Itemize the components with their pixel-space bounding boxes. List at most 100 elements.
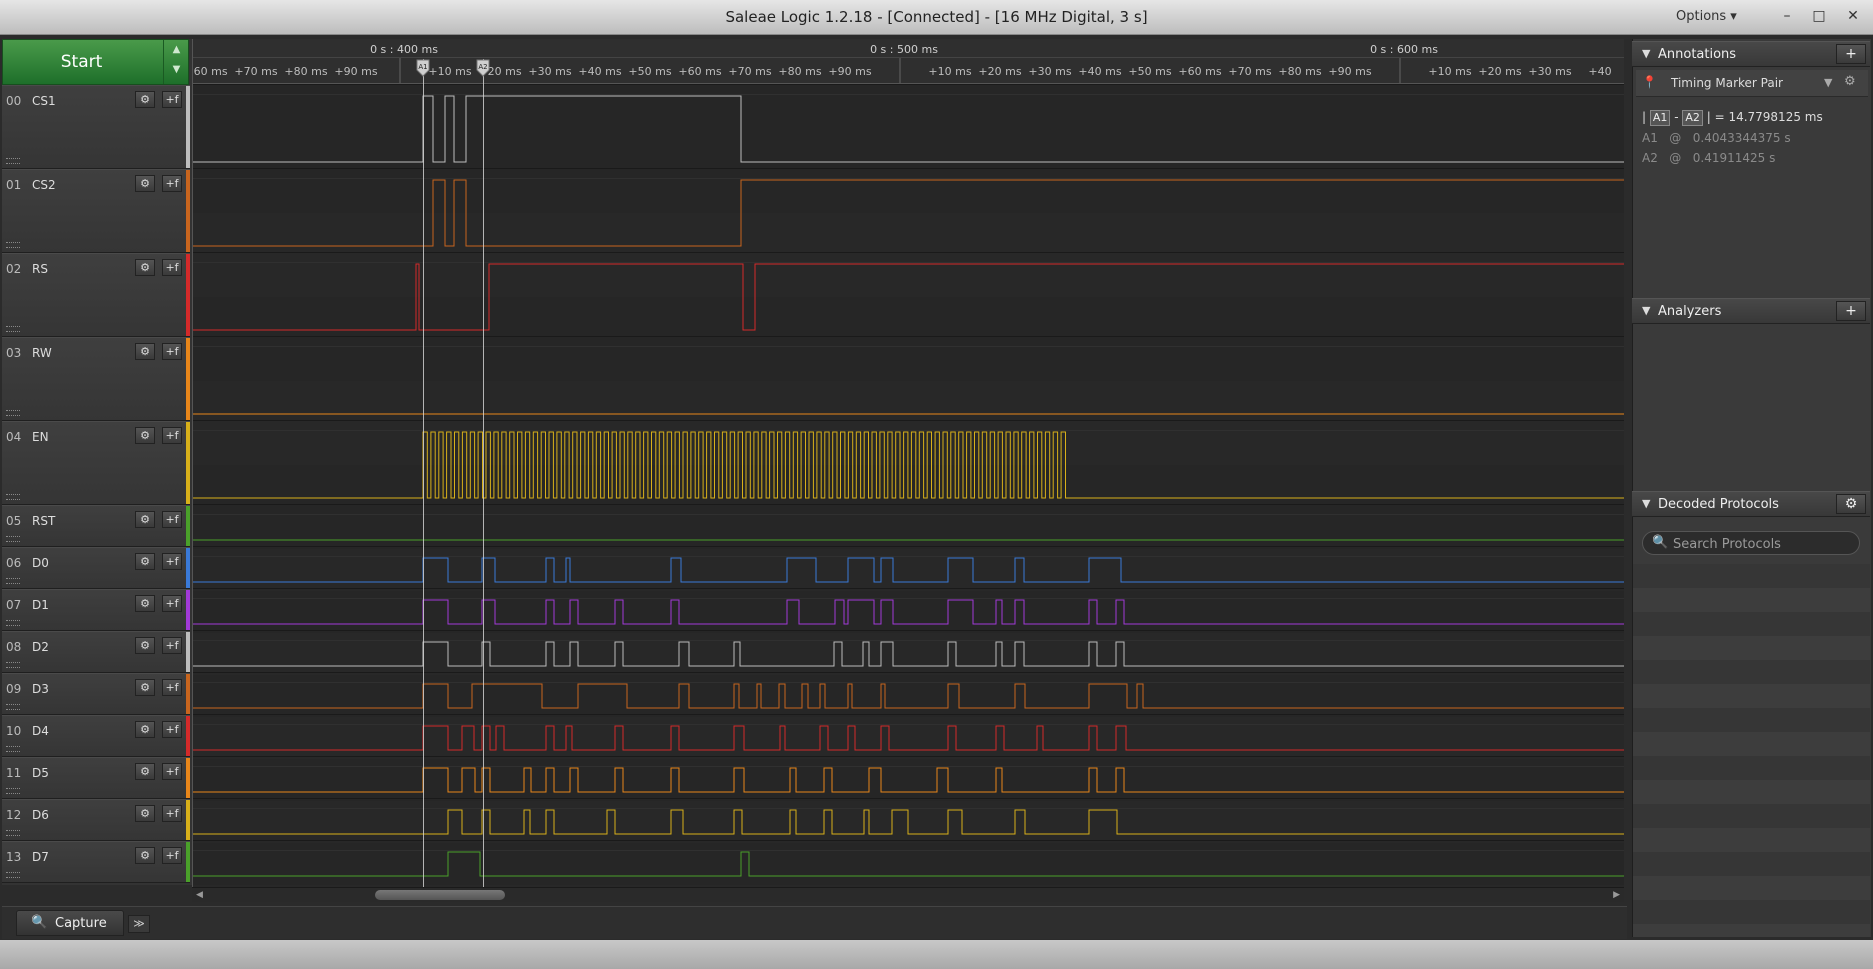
start-options[interactable]: ▲ ▼ (163, 40, 189, 84)
search-protocols[interactable]: 🔍 (1642, 531, 1860, 555)
scroll-thumb[interactable] (375, 890, 505, 900)
horizontal-scrollbar[interactable]: ◀ ▶ (192, 887, 1624, 902)
trigger-icon[interactable]: +f (162, 343, 182, 360)
channel-row-d6[interactable]: 12 D6 ⚙ +f (2, 799, 190, 841)
gear-icon[interactable]: ⚙ (135, 91, 155, 108)
scroll-right-icon[interactable]: ▶ (1613, 888, 1620, 902)
channel-row-d2[interactable]: 08 D2 ⚙ +f (2, 631, 190, 673)
trigger-icon[interactable]: +f (162, 427, 182, 444)
trigger-icon[interactable]: +f (162, 553, 182, 570)
channel-name[interactable]: D5 (32, 766, 49, 780)
drag-handle[interactable] (6, 830, 20, 836)
close-icon[interactable]: ✕ (1840, 4, 1866, 28)
gear-icon[interactable]: ⚙ (135, 847, 155, 864)
drag-handle[interactable] (6, 242, 20, 248)
search-input[interactable] (1671, 534, 1855, 554)
channel-name[interactable]: D1 (32, 598, 49, 612)
channel-row-d7[interactable]: 13 D7 ⚙ +f (2, 841, 190, 883)
gear-icon[interactable]: ⚙ (135, 805, 155, 822)
channel-row-cs1[interactable]: 00 CS1 ⚙ +f (2, 85, 190, 169)
channel-name[interactable]: D6 (32, 808, 49, 822)
channel-row-d3[interactable]: 09 D3 ⚙ +f (2, 673, 190, 715)
trigger-icon[interactable]: +f (162, 805, 182, 822)
gear-icon[interactable]: ⚙ (135, 427, 155, 444)
trigger-icon[interactable]: +f (162, 637, 182, 654)
channel-row-d5[interactable]: 11 D5 ⚙ +f (2, 757, 190, 799)
channel-name[interactable]: D2 (32, 640, 49, 654)
gear-icon[interactable]: ⚙ (1836, 494, 1866, 514)
waveform-view[interactable]: 0 s : 400 ms 0 s : 500 ms 0 s : 600 ms +60 … (192, 39, 1624, 887)
trigger-icon[interactable]: +f (162, 511, 182, 528)
chevron-down-icon[interactable]: ▼ (164, 60, 189, 80)
trigger-icon[interactable]: +f (162, 259, 182, 276)
gear-icon[interactable]: ⚙ (135, 343, 155, 360)
annotations-header[interactable]: ▼ Annotations + (1632, 41, 1870, 67)
gear-icon[interactable]: ⚙ (135, 721, 155, 738)
gear-icon[interactable]: ⚙ (135, 175, 155, 192)
trigger-icon[interactable]: +f (162, 847, 182, 864)
gear-icon[interactable]: ⚙ (135, 259, 155, 276)
channel-name[interactable]: RST (32, 514, 55, 528)
chevron-down-icon[interactable]: ▼ (1824, 76, 1832, 89)
collapse-icon[interactable]: ▼ (1642, 497, 1650, 510)
channel-row-d1[interactable]: 07 D1 ⚙ +f (2, 589, 190, 631)
minimize-icon[interactable]: – (1774, 4, 1800, 28)
drag-handle[interactable] (6, 746, 20, 752)
drag-handle[interactable] (6, 872, 20, 878)
more-tabs-button[interactable]: ≫ (128, 915, 150, 933)
channel-name[interactable]: CS2 (32, 178, 56, 192)
channel-name[interactable]: EN (32, 430, 49, 444)
channel-name[interactable]: RW (32, 346, 52, 360)
gear-icon[interactable]: ⚙ (135, 679, 155, 696)
maximize-icon[interactable]: □ (1806, 4, 1832, 28)
drag-handle[interactable] (6, 620, 20, 626)
channel-name[interactable]: D7 (32, 850, 49, 864)
trigger-icon[interactable]: +f (162, 679, 182, 696)
chevron-up-icon[interactable]: ▲ (164, 40, 189, 60)
gear-icon[interactable]: ⚙ (135, 763, 155, 780)
trigger-icon[interactable]: +f (162, 595, 182, 612)
drag-handle[interactable] (6, 494, 20, 500)
channel-name[interactable]: D0 (32, 556, 49, 570)
gear-icon[interactable]: ⚙ (135, 553, 155, 570)
channel-name[interactable]: D3 (32, 682, 49, 696)
timing-marker-pair[interactable]: 📍 Timing Marker Pair ▼ ⚙ (1636, 70, 1868, 97)
decoded-protocols-header[interactable]: ▼ Decoded Protocols ⚙ (1632, 491, 1870, 517)
gear-icon[interactable]: ⚙ (135, 511, 155, 528)
add-annotation-button[interactable]: + (1836, 44, 1866, 64)
drag-handle[interactable] (6, 536, 20, 542)
tab-capture[interactable]: 🔍 Capture (16, 910, 124, 936)
drag-handle[interactable] (6, 788, 20, 794)
collapse-icon[interactable]: ▼ (1642, 304, 1650, 317)
trigger-icon[interactable]: +f (162, 91, 182, 108)
trigger-icon[interactable]: +f (162, 763, 182, 780)
collapse-icon[interactable]: ▼ (1642, 47, 1650, 60)
drag-handle[interactable] (6, 326, 20, 332)
trigger-icon[interactable]: +f (162, 721, 182, 738)
drag-handle[interactable] (6, 578, 20, 584)
options-menu[interactable]: Options ▾ (1676, 0, 1737, 34)
drag-handle[interactable] (6, 158, 20, 164)
channel-name[interactable]: D4 (32, 724, 49, 738)
drag-handle[interactable] (6, 410, 20, 416)
channel-row-d0[interactable]: 06 D0 ⚙ +f (2, 547, 190, 589)
gear-icon[interactable]: ⚙ (135, 637, 155, 654)
timeline-minor-label: +60 ms (678, 65, 721, 78)
add-analyzer-button[interactable]: + (1836, 301, 1866, 321)
trigger-icon[interactable]: +f (162, 175, 182, 192)
channel-row-d4[interactable]: 10 D4 ⚙ +f (2, 715, 190, 757)
analyzers-header[interactable]: ▼ Analyzers + (1632, 298, 1870, 324)
start-button[interactable]: Start ▲ ▼ (2, 39, 189, 85)
channel-row-rst[interactable]: 05 RST ⚙ +f (2, 505, 190, 547)
channel-name[interactable]: RS (32, 262, 48, 276)
scroll-left-icon[interactable]: ◀ (196, 888, 203, 902)
drag-handle[interactable] (6, 662, 20, 668)
channel-row-rw[interactable]: 03 RW ⚙ +f (2, 337, 190, 421)
channel-row-cs2[interactable]: 01 CS2 ⚙ +f (2, 169, 190, 253)
gear-icon[interactable]: ⚙ (135, 595, 155, 612)
channel-name[interactable]: CS1 (32, 94, 56, 108)
gear-icon[interactable]: ⚙ (1844, 74, 1856, 89)
channel-row-rs[interactable]: 02 RS ⚙ +f (2, 253, 190, 337)
channel-row-en[interactable]: 04 EN ⚙ +f (2, 421, 190, 505)
drag-handle[interactable] (6, 704, 20, 710)
